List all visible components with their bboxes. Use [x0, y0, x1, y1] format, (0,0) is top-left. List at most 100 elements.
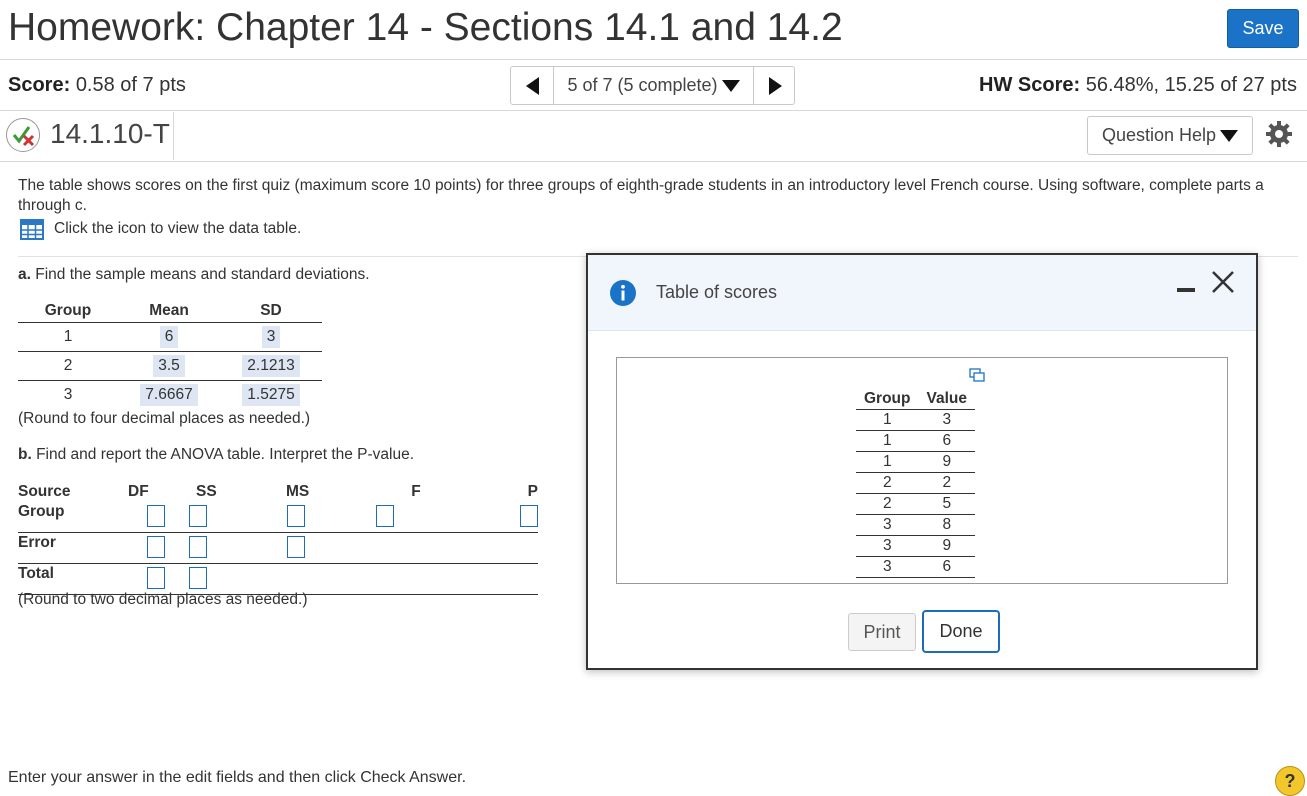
caret-down-icon — [721, 80, 740, 93]
done-button[interactable]: Done — [922, 610, 1000, 653]
part-a-instruction: a. Find the sample means and standard de… — [18, 266, 370, 284]
df-input[interactable] — [147, 536, 165, 558]
question-position-dropdown[interactable]: 5 of 7 (5 complete) — [553, 67, 754, 104]
value-cell: 9 — [918, 535, 975, 557]
df-input[interactable] — [147, 505, 165, 527]
score: Score: 0.58 of 7 pts — [8, 74, 186, 97]
df-input[interactable] — [147, 567, 165, 589]
table-row: 39 — [856, 535, 975, 557]
p-input[interactable] — [520, 505, 538, 527]
table-row: 1 6 3 — [18, 322, 322, 352]
data-table-dialog: Table of scores Group Value 13 16 1 9 2 … — [586, 253, 1258, 670]
divider — [0, 59, 1307, 60]
f-input[interactable] — [376, 505, 394, 527]
question-navigator: 5 of 7 (5 complete) — [510, 66, 795, 105]
value-cell: 8 — [918, 514, 975, 536]
close-icon[interactable] — [1210, 269, 1236, 295]
arrow-left-icon — [526, 77, 539, 95]
divider — [173, 112, 174, 160]
score-value: 0.58 of 7 pts — [75, 74, 186, 96]
column-header: Value — [926, 389, 968, 407]
save-button[interactable]: Save — [1227, 9, 1299, 48]
value-cell: 9 — [918, 451, 975, 473]
table-row: 38 — [856, 514, 975, 536]
group-cell: 3 — [856, 514, 919, 536]
help-icon[interactable]: ? — [1275, 766, 1305, 796]
hw-score: HW Score: 56.48%, 15.25 of 27 pts — [979, 74, 1297, 97]
column-header: Mean — [149, 302, 189, 319]
group-cell: 1 — [856, 451, 919, 473]
divider — [0, 161, 1307, 162]
anova-table: Source DF SS MS F P Group Error Total — [18, 482, 538, 595]
column-header: Group — [44, 302, 92, 319]
sd-cell: 3 — [220, 322, 322, 352]
mean-cell: 7.6667 — [118, 380, 220, 409]
part-a-text: Find the sample means and standard devia… — [30, 266, 370, 283]
column-header: Group — [864, 389, 911, 407]
question-id: 14.1.10-T — [50, 118, 170, 149]
means-table: Group Mean SD 1 6 3 2 3.5 2.1213 3 7.666… — [18, 300, 322, 409]
source-cell: Total — [18, 563, 128, 595]
column-header: MS — [286, 483, 310, 500]
ms-input[interactable] — [287, 536, 305, 558]
ss-input[interactable] — [189, 505, 207, 527]
print-button[interactable]: Print — [848, 613, 916, 651]
gear-icon[interactable] — [1264, 119, 1294, 149]
column-header: F — [411, 483, 421, 500]
table-row: 16 — [856, 430, 975, 452]
column-header: DF — [128, 483, 149, 500]
previous-question-button[interactable] — [511, 67, 554, 104]
ss-input[interactable] — [189, 536, 207, 558]
group-cell: 2 — [18, 351, 118, 381]
ms-input[interactable] — [287, 505, 305, 527]
question-prompt: The table shows scores on the first quiz… — [18, 177, 1264, 214]
table-row: 36 — [856, 556, 975, 578]
group-cell: 1 — [18, 322, 118, 352]
part-b-instruction: b. Find and report the ANOVA table. Inte… — [18, 446, 414, 464]
sd-answer[interactable]: 3 — [261, 326, 281, 348]
group-cell: 1 — [856, 430, 919, 452]
group-cell: 3 — [856, 535, 919, 557]
table-row: 19 — [856, 451, 975, 473]
dialog-title: Table of scores — [656, 282, 778, 302]
source-cell: Error — [18, 532, 128, 564]
value-cell: 2 — [918, 472, 975, 494]
mean-answer[interactable]: 3.5 — [153, 355, 185, 377]
part-b-text: Find and report the ANOVA table. Interpr… — [31, 446, 415, 463]
page-title: Homework: Chapter 14 - Sections 14.1 and… — [8, 6, 843, 49]
next-question-button[interactable] — [753, 67, 794, 104]
column-header: SS — [196, 483, 217, 500]
table-row: 3 7.6667 1.5275 — [18, 380, 322, 409]
question-help-label: Question Help — [1101, 125, 1217, 145]
sd-cell: 1.5275 — [220, 380, 322, 409]
copy-icon[interactable] — [969, 368, 985, 382]
mean-answer[interactable]: 7.6667 — [140, 384, 198, 406]
info-icon — [610, 280, 636, 306]
value-cell: 6 — [918, 430, 975, 452]
ss-input[interactable] — [189, 567, 207, 589]
group-cell: 2 — [856, 472, 919, 494]
question-help-button[interactable]: Question Help — [1087, 116, 1253, 155]
value-cell: 3 — [918, 409, 975, 431]
sd-cell: 2.1213 — [220, 351, 322, 381]
footer-instruction: Enter your answer in the edit fields and… — [8, 769, 467, 786]
data-table-icon[interactable] — [20, 219, 44, 240]
column-header: P — [527, 483, 538, 500]
sd-answer[interactable]: 1.5275 — [242, 384, 300, 406]
mean-cell: 6 — [118, 322, 220, 352]
mean-answer[interactable]: 6 — [159, 326, 179, 348]
group-cell: 3 — [18, 380, 118, 409]
data-table-link[interactable]: Click the icon to view the data table. — [54, 220, 301, 238]
table-row: 13 — [856, 409, 975, 431]
group-cell: 1 — [856, 409, 919, 431]
group-cell: 2 — [856, 493, 919, 515]
mean-cell: 3.5 — [118, 351, 220, 381]
table-row: 25 — [856, 493, 975, 515]
minimize-icon[interactable] — [1177, 282, 1195, 296]
sd-answer[interactable]: 2.1213 — [242, 355, 300, 377]
dialog-content: Group Value 13 16 19 22 25 38 39 36 — [616, 357, 1228, 584]
table-row: Total — [18, 563, 538, 595]
table-row: 2 3.5 2.1213 — [18, 351, 322, 381]
table-row: 22 — [856, 472, 975, 494]
part-b-marker: b. — [18, 446, 32, 463]
